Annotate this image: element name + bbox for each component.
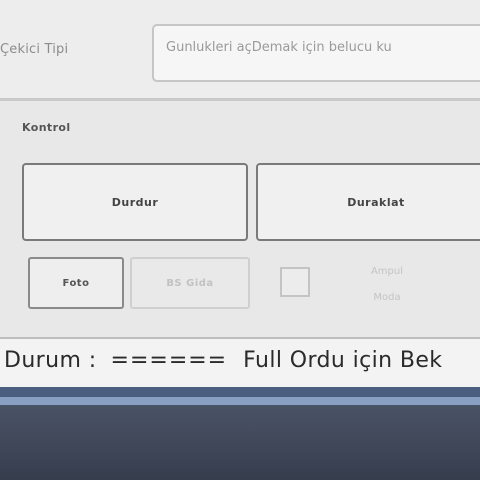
stop-button-label: Durdur [111, 195, 159, 209]
photo-button[interactable]: Foto [28, 257, 124, 309]
pause-button[interactable]: Duraklat [256, 163, 480, 241]
lamp-mode-checkbox[interactable] [280, 267, 310, 297]
control-group-title: Kontrol [22, 121, 71, 134]
settings-area: Çekici Tipi Gunlukleri açDemak için belu… [0, 0, 480, 98]
pause-button-label: Duraklat [347, 195, 405, 209]
status-message: Full Ordu için Bek [243, 348, 443, 373]
type-label: Çekici Tipi [0, 42, 69, 57]
status-separator: ====== [110, 348, 228, 373]
control-group: Kontrol Durdur Duraklat Foto BS Gida Amp… [0, 101, 480, 337]
bs-button-label: BS Gida [166, 277, 214, 289]
lamp-mode-label: Ampul Moda [352, 259, 422, 311]
window-frame [0, 387, 480, 397]
status-text: Durum : ====== Full Ordu için Bek [4, 348, 442, 373]
lamp-mode-label-line1: Ampul [370, 266, 404, 277]
stop-button[interactable]: Durdur [22, 163, 248, 241]
type-input-text: Gunlukleri açDemak için belucu ku [166, 40, 392, 55]
status-label: Durum : [4, 348, 97, 373]
lamp-mode-label-line2: Moda [373, 292, 401, 303]
window-frame-highlight [0, 397, 480, 405]
bs-button[interactable]: BS Gida [130, 257, 250, 309]
monitor-bezel [0, 405, 480, 480]
photo-button-label: Foto [62, 277, 90, 289]
status-bar: Durum : ====== Full Ordu için Bek [0, 339, 480, 387]
type-input[interactable]: Gunlukleri açDemak için belucu ku [152, 24, 480, 82]
